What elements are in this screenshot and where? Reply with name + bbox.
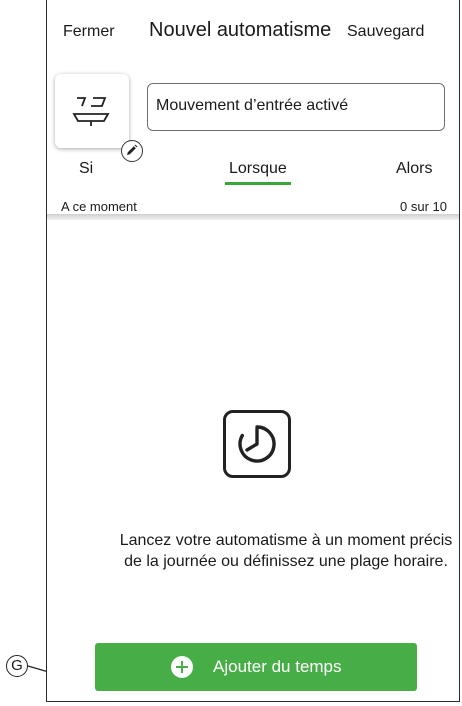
callout-marker: G <box>6 655 28 677</box>
active-tab-indicator <box>225 182 291 185</box>
pencil-icon <box>127 144 138 155</box>
automation-icon-tile[interactable] <box>55 74 143 162</box>
automation-name-field[interactable] <box>147 83 445 131</box>
tab-lorsque[interactable]: Lorsque <box>229 160 287 178</box>
save-button[interactable]: Sauvegard <box>347 23 424 41</box>
automation-name-input[interactable] <box>156 97 426 115</box>
item-count: 0 sur 10 <box>400 199 447 214</box>
tab-si[interactable]: Si <box>79 160 93 178</box>
empty-state-clock <box>223 410 291 478</box>
app-screen: Fermer Nouvel automatisme Sauvegard Si L… <box>46 0 460 702</box>
page-title: Nouvel automatisme <box>149 19 332 41</box>
empty-state-description: Lancez votre automatisme à un moment pré… <box>119 532 453 570</box>
close-button[interactable]: Fermer <box>63 23 115 41</box>
add-time-label: Ajouter du temps <box>213 657 342 676</box>
edit-icon-button[interactable] <box>121 140 143 162</box>
plus-circle-icon <box>171 656 193 678</box>
add-time-button[interactable]: Ajouter du temps <box>95 643 417 691</box>
section-divider <box>47 214 459 220</box>
header-bar: Fermer Nouvel automatisme Sauvegard <box>47 0 459 60</box>
tab-alors[interactable]: Alors <box>396 160 432 178</box>
section-label: A ce moment <box>61 199 137 214</box>
motion-sensor-icon <box>72 97 110 126</box>
clock-icon <box>238 425 276 463</box>
